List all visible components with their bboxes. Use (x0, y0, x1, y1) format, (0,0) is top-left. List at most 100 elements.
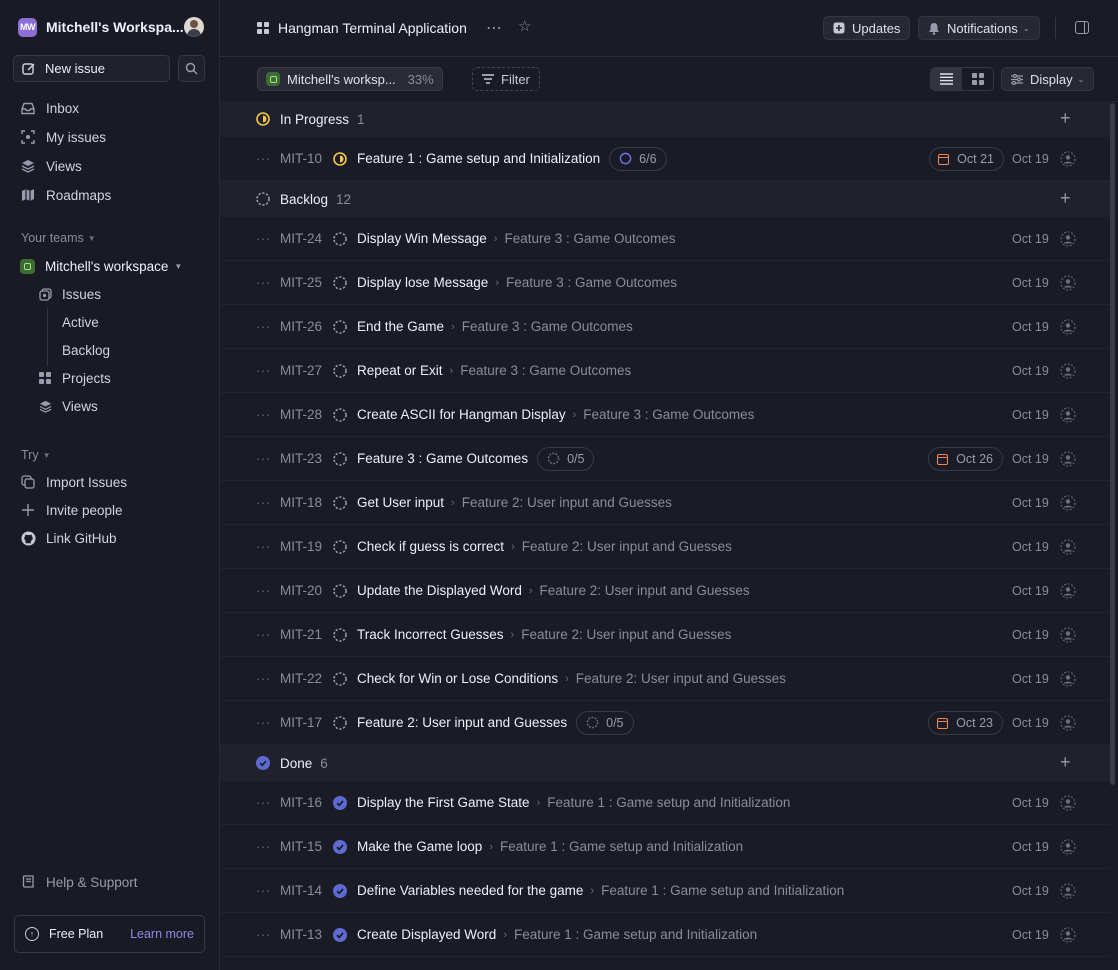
backlog-status-icon[interactable] (333, 364, 347, 381)
group-header-in-progress[interactable]: In Progress 1 + (220, 101, 1110, 137)
sub-issues-chip[interactable]: 6/6 (609, 146, 667, 171)
done-status-icon[interactable] (333, 840, 347, 857)
new-issue-button[interactable]: New issue (13, 55, 170, 82)
assignee-icon[interactable] (1060, 539, 1076, 558)
board-view-button[interactable] (962, 68, 993, 90)
updates-button[interactable]: Updates (823, 16, 911, 40)
assignee-icon[interactable] (1060, 671, 1076, 690)
assignee-icon[interactable] (1060, 451, 1076, 470)
add-issue-icon[interactable]: + (1060, 109, 1071, 127)
issue-row[interactable]: ··· MIT-17 Feature 2: User input and Gue… (220, 701, 1110, 745)
backlog-status-icon[interactable] (333, 628, 347, 645)
sidebar-item-issues[interactable]: Issues (38, 284, 101, 304)
done-status-icon[interactable] (333, 796, 347, 813)
more-options-icon[interactable]: ··· (256, 407, 271, 422)
more-options-icon[interactable]: ··· (256, 151, 271, 166)
issue-row[interactable]: ··· MIT-16 Display the First Game State ›… (220, 781, 1110, 825)
toggle-side-panel-icon[interactable] (1075, 21, 1089, 34)
issue-row[interactable]: ··· MIT-15 Make the Game loop › Feature 1 … (220, 825, 1110, 869)
workspace-switcher[interactable]: MW Mitchell's Workspa... (18, 16, 204, 38)
sidebar-item-link-github[interactable]: Link GitHub (20, 528, 117, 548)
assignee-icon[interactable] (1060, 363, 1076, 382)
more-options-icon[interactable]: ··· (256, 319, 271, 334)
sidebar-item-my-issues[interactable]: My issues (20, 127, 106, 147)
issue-row[interactable]: ··· MIT-18 Get User input › Feature 2: Use… (220, 481, 1110, 525)
issue-row[interactable]: ··· MIT-20 Update the Displayed Word › Fea… (220, 569, 1110, 613)
more-options-icon[interactable]: ··· (256, 715, 271, 730)
notifications-button[interactable]: Notifications ⌄ (918, 16, 1040, 40)
assignee-icon[interactable] (1060, 231, 1076, 250)
issue-row[interactable]: ··· MIT-10 Feature 1 : Game setup and In… (220, 137, 1110, 181)
more-options-icon[interactable]: ··· (256, 839, 271, 854)
sidebar-item-import-issues[interactable]: Import Issues (20, 472, 127, 492)
more-options-icon[interactable]: ··· (256, 627, 271, 642)
assignee-icon[interactable] (1060, 495, 1076, 514)
more-options-icon[interactable]: ··· (256, 363, 271, 378)
issue-row[interactable]: ··· MIT-14 Define Variables needed for t… (220, 869, 1110, 913)
filter-button[interactable]: Filter (472, 67, 540, 91)
sub-issues-chip[interactable]: 0/5 (576, 710, 634, 735)
team-mitchells-workspace[interactable]: Mitchell's workspace ▼ (20, 256, 182, 276)
more-options-icon[interactable]: ··· (256, 451, 271, 466)
more-options-icon[interactable]: ··· (256, 795, 271, 810)
more-options-icon[interactable]: ··· (256, 495, 271, 510)
search-button[interactable] (178, 55, 205, 82)
more-options-icon[interactable]: ··· (256, 883, 271, 898)
display-button[interactable]: Display ⌄ (1001, 67, 1095, 91)
sidebar-item-views[interactable]: Views (20, 156, 82, 176)
assignee-icon[interactable] (1060, 151, 1076, 170)
user-avatar[interactable] (184, 17, 204, 37)
issue-row[interactable]: ··· MIT-28 Create ASCII for Hangman Disp… (220, 393, 1110, 437)
sidebar-item-team-views[interactable]: Views (38, 396, 98, 416)
in-progress-status-icon[interactable] (333, 152, 347, 169)
try-header[interactable]: Try ▼ (21, 448, 51, 462)
workspace-filter-chip[interactable]: Mitchell's worksp... 33% (257, 67, 443, 91)
assignee-icon[interactable] (1060, 319, 1076, 338)
issue-row[interactable]: ··· MIT-25 Display lose Message › Feature … (220, 261, 1110, 305)
backlog-status-icon[interactable] (333, 408, 347, 425)
assignee-icon[interactable] (1060, 795, 1076, 814)
assignee-icon[interactable] (1060, 627, 1076, 646)
done-status-icon[interactable] (333, 928, 347, 945)
sub-issues-chip[interactable]: 0/5 (537, 446, 595, 471)
more-options-icon[interactable]: ··· (256, 539, 271, 554)
backlog-status-icon[interactable] (333, 320, 347, 337)
issue-row[interactable]: ··· MIT-26 End the Game › Feature 3 : Game… (220, 305, 1110, 349)
add-issue-icon[interactable]: + (1060, 189, 1071, 207)
due-date-chip[interactable]: Oct 23 (928, 711, 1003, 735)
scrollbar[interactable] (1110, 103, 1115, 785)
group-header-backlog[interactable]: Backlog 12 + (220, 181, 1110, 217)
your-teams-header[interactable]: Your teams ▼ (21, 231, 96, 245)
issue-row[interactable]: ··· MIT-24 Display Win Message › Feature 3… (220, 217, 1110, 261)
help-support-link[interactable]: Help & Support (20, 872, 138, 892)
assignee-icon[interactable] (1060, 883, 1076, 902)
assignee-icon[interactable] (1060, 715, 1076, 734)
assignee-icon[interactable] (1060, 583, 1076, 602)
add-issue-icon[interactable]: + (1060, 753, 1071, 771)
more-options-icon[interactable]: ··· (256, 583, 271, 598)
project-title[interactable]: Hangman Terminal Application (257, 18, 467, 38)
star-icon[interactable]: ☆ (518, 17, 531, 35)
issue-row[interactable]: ··· MIT-27 Repeat or Exit › Feature 3 : Ga… (220, 349, 1110, 393)
backlog-status-icon[interactable] (333, 584, 347, 601)
backlog-status-icon[interactable] (333, 496, 347, 513)
sidebar-item-inbox[interactable]: Inbox (20, 98, 79, 118)
backlog-status-icon[interactable] (333, 672, 347, 689)
due-date-chip[interactable]: Oct 21 (929, 147, 1004, 171)
assignee-icon[interactable] (1060, 927, 1076, 946)
more-options-icon[interactable]: ··· (256, 671, 271, 686)
assignee-icon[interactable] (1060, 275, 1076, 294)
more-options-icon[interactable]: ··· (256, 275, 271, 290)
group-header-done[interactable]: Done 6 + (220, 745, 1110, 781)
issue-row[interactable]: ··· MIT-19 Check if guess is correct › Fea… (220, 525, 1110, 569)
assignee-icon[interactable] (1060, 407, 1076, 426)
sidebar-item-invite-people[interactable]: Invite people (20, 500, 123, 520)
sidebar-item-roadmaps[interactable]: Roadmaps (20, 185, 111, 205)
learn-more-link[interactable]: Learn more (130, 927, 194, 941)
assignee-icon[interactable] (1060, 839, 1076, 858)
backlog-status-icon[interactable] (333, 540, 347, 557)
backlog-status-icon[interactable] (333, 232, 347, 249)
backlog-status-icon[interactable] (333, 452, 347, 469)
list-view-button[interactable] (931, 68, 962, 90)
issue-row[interactable]: ··· MIT-21 Track Incorrect Guesses › Featu… (220, 613, 1110, 657)
